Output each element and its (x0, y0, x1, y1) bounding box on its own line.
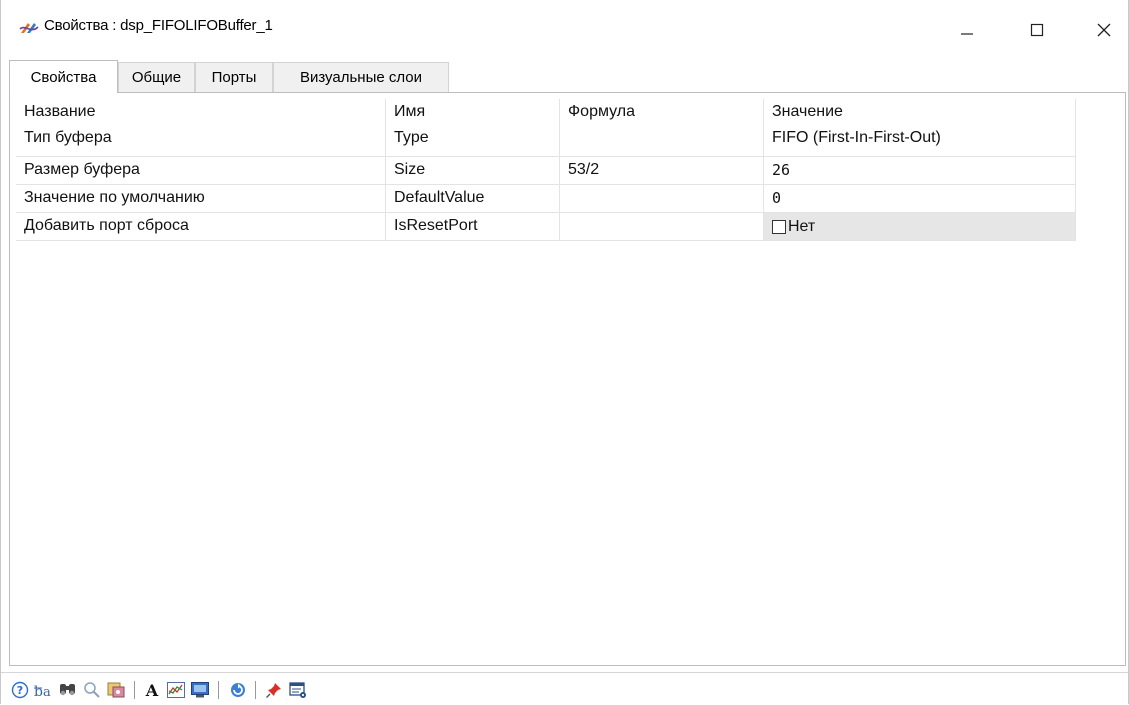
svg-text:A: A (145, 681, 159, 699)
svg-text:b: b (34, 684, 43, 699)
reset-port-value: Нет (788, 217, 816, 235)
find-icon[interactable] (57, 679, 79, 701)
table-cell-formula[interactable] (560, 185, 764, 213)
help-icon[interactable]: ? (9, 679, 31, 701)
table-cell-name: Размер буфера (16, 157, 386, 185)
svg-text:a: a (43, 685, 51, 699)
svg-text:?: ? (17, 684, 23, 697)
table-cell-formula[interactable]: 53/2 (560, 157, 764, 185)
reset-port-checkbox[interactable] (772, 219, 786, 234)
header-cell-id: Имя Type (386, 99, 560, 157)
header-formula-label: Формула (568, 103, 636, 120)
table-cell-id[interactable]: IsResetPort (386, 213, 560, 241)
table-cell-formula[interactable] (560, 213, 764, 241)
toolbar-separator (255, 681, 256, 699)
header-name-label: Название (24, 103, 96, 120)
pin-icon[interactable] (263, 679, 285, 701)
title-bar[interactable]: Свойства : dsp_FIFOLIFOBuffer_1 (1, 0, 1128, 58)
table-row[interactable]: Добавить порт сброса IsResetPort Нет (16, 213, 1082, 241)
properties-table: Название Тип буфера Имя Type Формула Зна… (16, 99, 1082, 241)
maximize-button[interactable] (1015, 8, 1059, 52)
table-cell-value[interactable]: 0 (764, 185, 1076, 213)
table-cell-value[interactable]: FIFO (First-In-First-Out) (772, 129, 941, 147)
font-icon[interactable]: A (141, 679, 163, 701)
table-cell-value[interactable]: 26 (764, 157, 1076, 185)
refresh-icon[interactable] (227, 679, 249, 701)
chart-icon[interactable] (165, 679, 187, 701)
properties-panel: Название Тип буфера Имя Type Формула Зна… (9, 92, 1126, 666)
bottom-toolbar: ? ba A (1, 672, 1128, 705)
tab-properties[interactable]: Свойства (9, 60, 118, 93)
close-button[interactable] (1082, 8, 1126, 52)
header-cell-name: Название Тип буфера (16, 99, 386, 157)
table-header: Название Тип буфера Имя Type Формула Зна… (16, 99, 1082, 157)
rename-icon[interactable]: ba (33, 679, 55, 701)
table-row[interactable]: Значение по умолчанию DefaultValue 0 (16, 185, 1082, 213)
monitor-icon[interactable] (189, 679, 211, 701)
table-cell-id[interactable]: Type (394, 129, 429, 147)
toolbar-separator (134, 681, 135, 699)
properties-window: Свойства : dsp_FIFOLIFOBuffer_1 Свойства… (0, 0, 1129, 705)
table-cell-id[interactable]: DefaultValue (386, 185, 560, 213)
zoom-icon[interactable] (81, 679, 103, 701)
tab-ports[interactable]: Порты (195, 62, 273, 92)
window-settings-icon[interactable] (287, 679, 309, 701)
reset-port-toggle[interactable]: Нет (764, 213, 1076, 241)
tab-bar: Свойства Общие Порты Визуальные слои (5, 60, 1125, 93)
palette-icon[interactable] (105, 679, 127, 701)
header-id-label: Имя (394, 103, 426, 120)
table-cell-name: Значение по умолчанию (16, 185, 386, 213)
table-row[interactable]: Размер буфера Size 53/2 26 (16, 157, 1082, 185)
tab-visual-layers[interactable]: Визуальные слои (273, 62, 449, 92)
table-cell-name: Тип буфера (24, 129, 112, 146)
header-cell-formula: Формула (560, 99, 764, 157)
table-cell-name: Добавить порт сброса (16, 213, 386, 241)
header-value-label: Значение (772, 103, 843, 120)
tab-general[interactable]: Общие (118, 62, 195, 92)
toolbar-separator (218, 681, 219, 699)
table-cell-id[interactable]: Size (386, 157, 560, 185)
minimize-button[interactable] (945, 8, 989, 52)
window-title: Свойства : dsp_FIFOLIFOBuffer_1 (44, 17, 273, 34)
app-logo-icon (19, 20, 39, 36)
header-cell-value: Значение FIFO (First-In-First-Out) (764, 99, 1076, 157)
